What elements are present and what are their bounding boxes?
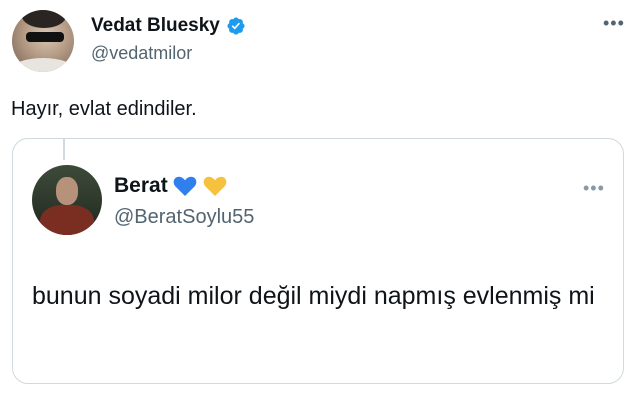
blue-heart-icon: [172, 174, 198, 198]
verified-badge-icon: [226, 16, 246, 36]
author-name-row[interactable]: Vedat Bluesky: [91, 14, 246, 38]
quote-author-name-row[interactable]: Berat: [114, 173, 228, 199]
quote-more-options-icon[interactable]: •••: [583, 179, 605, 197]
avatar-hair: [22, 10, 66, 28]
avatar-face: [56, 177, 78, 205]
avatar-jacket: [40, 205, 94, 235]
tweet-text: Hayır, evlat edindiler.: [11, 98, 197, 120]
avatar-shirt: [12, 58, 74, 72]
author-name[interactable]: Vedat Bluesky: [91, 14, 220, 38]
thread-connector: [63, 138, 65, 160]
author-handle[interactable]: @vedatmilor: [91, 42, 192, 64]
quoted-tweet-card[interactable]: Berat @BeratSoylu55 ••• bunun soyadi mil…: [12, 138, 624, 384]
avatar-glasses: [26, 32, 64, 42]
yellow-heart-icon: [202, 174, 228, 198]
more-options-icon[interactable]: •••: [603, 14, 625, 32]
quote-text: bunun soyadi milor değil miydi napmış ev…: [32, 282, 595, 310]
quote-author-name[interactable]: Berat: [114, 173, 168, 199]
quote-author-handle[interactable]: @BeratSoylu55: [114, 205, 254, 229]
tweet: Vedat Bluesky @vedatmilor ••• Hayır, evl…: [0, 0, 635, 403]
author-avatar[interactable]: [12, 10, 74, 72]
quote-author-avatar[interactable]: [32, 165, 102, 235]
